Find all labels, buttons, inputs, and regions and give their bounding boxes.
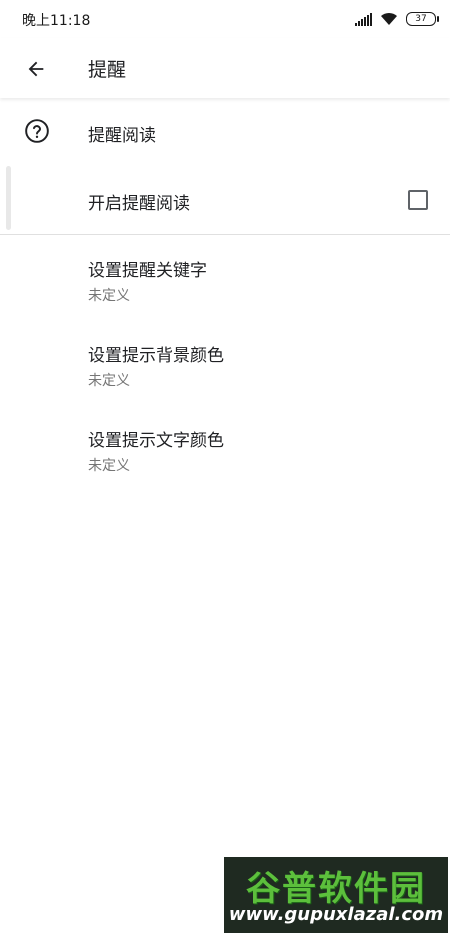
enable-reminder-checkbox[interactable]	[408, 190, 428, 210]
watermark-url: www.gupuxlazal.com	[228, 904, 444, 925]
pref-title: 设置提醒关键字	[88, 261, 207, 281]
help-icon	[25, 119, 49, 143]
divider	[0, 234, 450, 235]
page-title: 提醒	[88, 59, 127, 81]
pref-title: 设置提示背景颜色	[88, 346, 224, 366]
pref-summary: 未定义	[88, 373, 130, 389]
pref-summary: 未定义	[88, 458, 130, 474]
pref-keyword[interactable]: 设置提醒关键字 未定义	[0, 236, 450, 320]
signal-icon	[355, 12, 372, 26]
enable-reminder-row[interactable]: 开启提醒阅读	[0, 164, 450, 234]
battery-icon: 37	[406, 12, 439, 26]
status-bar: 晚上11:18 37	[0, 0, 450, 38]
pref-title: 设置提示文字颜色	[88, 431, 224, 451]
app-bar: 提醒	[0, 38, 450, 98]
enable-reminder-label: 开启提醒阅读	[88, 194, 190, 214]
pref-summary: 未定义	[88, 288, 130, 304]
status-icons: 37	[355, 9, 439, 29]
pref-text-color[interactable]: 设置提示文字颜色 未定义	[0, 406, 450, 490]
category-header: 提醒阅读	[0, 100, 450, 164]
back-arrow-icon	[28, 61, 44, 77]
back-button[interactable]	[20, 53, 52, 85]
watermark-brand: 谷普软件园	[246, 869, 426, 909]
watermark-logo: 谷普软件园 www.gupuxlazal.com	[224, 857, 448, 933]
battery-level: 37	[415, 14, 427, 24]
wifi-icon	[381, 12, 397, 25]
pref-background-color[interactable]: 设置提示背景颜色 未定义	[0, 321, 450, 405]
category-title: 提醒阅读	[88, 126, 156, 146]
scroll-indicator	[6, 166, 11, 230]
status-time: 晚上11:18	[22, 13, 91, 29]
